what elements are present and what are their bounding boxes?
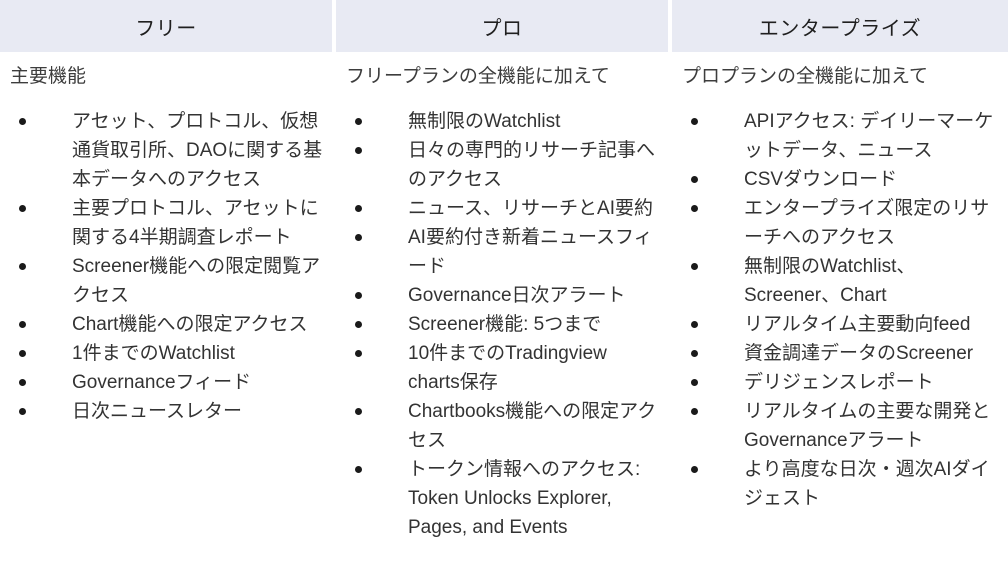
list-item: エンタープライズ限定のリサーチへのアクセス [682,194,1002,252]
feature-list-free: アセット、プロトコル、仮想通貨取引所、DAOに関する基本データへのアクセス 主要… [10,107,326,426]
feature-text: リアルタイムの主要な開発とGovernanceアラート [744,401,991,451]
list-item: CSVダウンロード [682,165,1002,194]
feature-text: 資金調達データのScreener [744,343,974,364]
feature-text: CSVダウンロード [744,169,898,190]
bullet-icon [19,118,26,125]
feature-text: Chartbooks機能への限定アクセス [408,401,657,451]
plan-intro-enterprise: プロプランの全機能に加えて [682,66,929,87]
feature-text: ニュース、リサーチとAI要約 [408,198,654,219]
feature-text: 1件までのWatchlist [72,343,235,364]
pricing-table-body: 主要機能 アセット、プロトコル、仮想通貨取引所、DAOに関する基本データへのアク… [0,52,1008,542]
list-item: 10件までのTradingview charts保存 [346,339,662,397]
plan-header-pro: プロ [336,0,672,52]
list-item: 日々の専門的リサーチ記事へのアクセス [346,136,662,194]
bullet-icon [19,350,26,357]
feature-text: 無制限のWatchlist [408,111,561,132]
feature-text: APIアクセス: デイリーマーケットデータ、ニュース [744,111,994,161]
bullet-icon [691,408,698,415]
list-item: Screener機能への限定閲覧アクセス [10,252,326,310]
feature-text: Screener機能: 5つまで [408,314,602,335]
plan-name-enterprise: エンタープライズ [758,17,922,40]
feature-text: 日次ニュースレター [72,401,243,422]
list-item: アセット、プロトコル、仮想通貨取引所、DAOに関する基本データへのアクセス [10,107,326,194]
feature-text: 無制限のWatchlist、Screener、Chart [744,256,916,306]
feature-text: Screener機能への限定閲覧アクセス [72,256,321,306]
feature-text: デリジェンスレポート [744,372,934,393]
bullet-icon [691,350,698,357]
bullet-icon [355,466,362,473]
feature-text: 主要プロトコル、アセットに関する4半期調査レポート [72,198,319,248]
list-item: Governance日次アラート [346,281,662,310]
bullet-icon [19,263,26,270]
list-item: Screener機能: 5つまで [346,310,662,339]
feature-text: リアルタイム主要動向feed [744,314,971,335]
list-item: 無制限のWatchlist、Screener、Chart [682,252,1002,310]
plan-cell-inner-pro: フリープランの全機能に加えて 無制限のWatchlist 日々の専門的リサーチ記… [336,52,668,542]
bullet-icon [691,466,698,473]
list-item: 主要プロトコル、アセットに関する4半期調査レポート [10,194,326,252]
list-item: AI要約付き新着ニュースフィード [346,223,662,281]
bullet-icon [691,263,698,270]
bullet-icon [19,379,26,386]
plan-name-pro: プロ [481,17,523,40]
plan-cell-enterprise: プロプランの全機能に加えて APIアクセス: デイリーマーケットデータ、ニュース… [672,52,1008,542]
plan-name-free: フリー [135,17,197,40]
list-item: ニュース、リサーチとAI要約 [346,194,662,223]
bullet-icon [691,379,698,386]
bullet-icon [19,408,26,415]
feature-list-pro: 無制限のWatchlist 日々の専門的リサーチ記事へのアクセス ニュース、リサ… [346,107,662,542]
feature-text: Governanceフィード [72,372,252,393]
feature-text: 10件までのTradingview charts保存 [408,343,607,393]
bullet-icon [19,321,26,328]
plan-header-free: フリー [0,0,336,52]
list-item: 1件までのWatchlist [10,339,326,368]
bullet-icon [355,292,362,299]
bullet-icon [355,234,362,241]
plan-cell-inner-enterprise: プロプランの全機能に加えて APIアクセス: デイリーマーケットデータ、ニュース… [672,52,1008,513]
list-item: リアルタイム主要動向feed [682,310,1002,339]
plan-intro-free: 主要機能 [10,66,87,87]
bullet-icon [691,205,698,212]
list-item: Chart機能への限定アクセス [10,310,326,339]
list-item: Governanceフィード [10,368,326,397]
list-item: デリジェンスレポート [682,368,1002,397]
pricing-plans-table: フリー プロ エンタープライズ 主要機能 アセット、プロトコル、仮想通貨取引所、… [0,0,1008,542]
pricing-table-header: フリー プロ エンタープライズ [0,0,1008,52]
bullet-icon [691,321,698,328]
list-item: より高度な日次・週次AIダイジェスト [682,455,1002,513]
bullet-icon [19,205,26,212]
plan-cell-pro: フリープランの全機能に加えて 無制限のWatchlist 日々の専門的リサーチ記… [336,52,672,542]
plan-header-row: フリー プロ エンタープライズ [0,0,1008,52]
list-item: リアルタイムの主要な開発とGovernanceアラート [682,397,1002,455]
bullet-icon [691,118,698,125]
bullet-icon [691,176,698,183]
plan-content-row: 主要機能 アセット、プロトコル、仮想通貨取引所、DAOに関する基本データへのアク… [0,52,1008,542]
feature-text: AI要約付き新着ニュースフィード [408,227,653,277]
plan-header-enterprise: エンタープライズ [672,0,1008,52]
bullet-icon [355,350,362,357]
list-item: トークン情報へのアクセス: Token Unlocks Explorer, Pa… [346,455,662,542]
feature-text: アセット、プロトコル、仮想通貨取引所、DAOに関する基本データへのアクセス [72,111,323,190]
bullet-icon [355,147,362,154]
list-item: 無制限のWatchlist [346,107,662,136]
feature-text: Chart機能への限定アクセス [72,314,308,335]
bullet-icon [355,321,362,328]
bullet-icon [355,205,362,212]
feature-text: エンタープライズ限定のリサーチへのアクセス [744,198,990,248]
plan-cell-free: 主要機能 アセット、プロトコル、仮想通貨取引所、DAOに関する基本データへのアク… [0,52,336,542]
list-item: APIアクセス: デイリーマーケットデータ、ニュース [682,107,1002,165]
list-item: 資金調達データのScreener [682,339,1002,368]
feature-text: トークン情報へのアクセス: Token Unlocks Explorer, Pa… [408,459,641,538]
feature-text: より高度な日次・週次AIダイジェスト [744,459,990,509]
bullet-icon [355,408,362,415]
list-item: Chartbooks機能への限定アクセス [346,397,662,455]
feature-text: 日々の専門的リサーチ記事へのアクセス [408,140,656,190]
plan-intro-pro: フリープランの全機能に加えて [346,66,610,87]
feature-list-enterprise: APIアクセス: デイリーマーケットデータ、ニュース CSVダウンロード エンタ… [682,107,1002,513]
list-item: 日次ニュースレター [10,397,326,426]
feature-text: Governance日次アラート [408,285,626,306]
plan-cell-inner-free: 主要機能 アセット、プロトコル、仮想通貨取引所、DAOに関する基本データへのアク… [0,52,332,426]
bullet-icon [355,118,362,125]
